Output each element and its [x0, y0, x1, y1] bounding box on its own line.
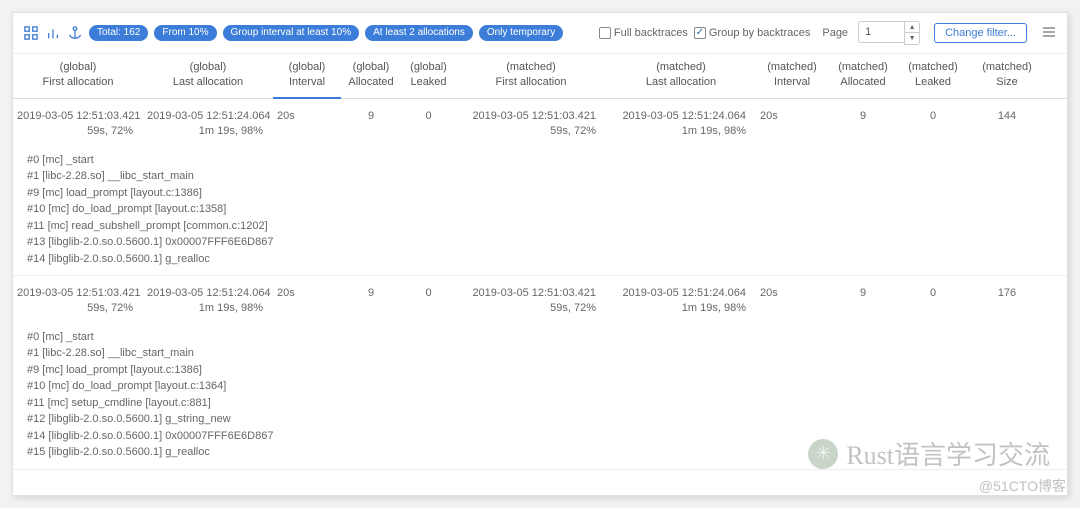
filter-badge[interactable]: Group interval at least 10%: [223, 25, 360, 41]
col-matched-first-allocation[interactable]: (matched)First allocation: [456, 54, 606, 98]
col-global-first-allocation[interactable]: (global)First allocation: [13, 54, 143, 98]
full-backtraces-checkbox[interactable]: Full backtraces: [599, 27, 688, 39]
watermark-wechat: ✳ Rust语言学习交流: [808, 435, 1050, 472]
cell-matched-last: 2019-03-05 12:51:24.0641m 19s, 98%: [606, 280, 756, 323]
group-by-backtraces-checkbox[interactable]: Group by backtraces: [694, 27, 811, 39]
col-matched-last-allocation[interactable]: (matched)Last allocation: [606, 54, 756, 98]
stack-frame: #9 [mc] load_prompt [layout.c:1386]: [27, 362, 1067, 379]
col-matched-interval[interactable]: (matched)Interval: [756, 54, 828, 98]
hamburger-icon[interactable]: [1041, 24, 1057, 43]
col-matched-allocated[interactable]: (matched)Allocated: [828, 54, 898, 98]
table-header: (global)First allocation (global)Last al…: [13, 54, 1067, 99]
col-matched-size[interactable]: (matched)Size: [968, 54, 1046, 98]
cell-global-leaked: 0: [401, 103, 456, 146]
cell-matched-first: 2019-03-05 12:51:03.42159s, 72%: [456, 280, 606, 323]
cell-global-alloc: 9: [341, 103, 401, 146]
stack-frame: #14 [libglib-2.0.so.0.5600.1] g_realloc: [27, 251, 1067, 268]
filter-badge[interactable]: Only temporary: [479, 25, 563, 41]
spinner-up-icon[interactable]: ▲: [905, 22, 919, 33]
stack-frame: #1 [libc-2.28.so] __libc_start_main: [27, 168, 1067, 185]
col-global-allocated[interactable]: (global)Allocated: [341, 54, 401, 98]
stack-frame: #11 [mc] read_subshell_prompt [common.c:…: [27, 218, 1067, 235]
cell-matched-alloc: 9: [828, 103, 898, 146]
spinner-down-icon[interactable]: ▼: [905, 33, 919, 44]
grid-icon[interactable]: [23, 25, 39, 41]
stack-frame: #10 [mc] do_load_prompt [layout.c:1364]: [27, 378, 1067, 395]
wechat-icon: ✳: [808, 439, 838, 469]
stack-frame: #0 [mc] _start: [27, 329, 1067, 346]
cell-matched-size: 144: [968, 103, 1046, 146]
cell-matched-leaked: 0: [898, 280, 968, 323]
cell-global-interval: 20s: [273, 103, 341, 146]
col-global-interval[interactable]: (global)Interval: [273, 54, 341, 99]
stack-frame: #1 [libc-2.28.so] __libc_start_main: [27, 345, 1067, 362]
stack-frame: #11 [mc] setup_cmdline [layout.c:881]: [27, 395, 1067, 412]
cell-global-leaked: 0: [401, 280, 456, 323]
col-global-leaked[interactable]: (global)Leaked: [401, 54, 456, 98]
checkbox-icon: [694, 27, 706, 39]
cell-global-last: 2019-03-05 12:51:24.0641m 19s, 98%: [143, 280, 273, 323]
cell-matched-leaked: 0: [898, 103, 968, 146]
col-matched-leaked[interactable]: (matched)Leaked: [898, 54, 968, 98]
cell-matched-interval: 20s: [756, 103, 828, 146]
cell-global-last: 2019-03-05 12:51:24.0641m 19s, 98%: [143, 103, 273, 146]
stack-frame: #12 [libglib-2.0.so.0.5600.1] g_string_n…: [27, 411, 1067, 428]
stack-frame: #10 [mc] do_load_prompt [layout.c:1358]: [27, 201, 1067, 218]
toolbar: Total: 162 From 10% Group interval at le…: [13, 13, 1067, 54]
page-field[interactable]: [858, 21, 904, 43]
change-filter-button[interactable]: Change filter...: [934, 23, 1027, 43]
watermark-51cto: @51CTO博客: [979, 476, 1066, 496]
cell-global-interval: 20s: [273, 280, 341, 323]
cell-matched-alloc: 9: [828, 280, 898, 323]
filter-badge[interactable]: At least 2 allocations: [365, 25, 473, 41]
filter-badge[interactable]: From 10%: [154, 25, 216, 41]
cell-global-first: 2019-03-05 12:51:03.42159s, 72%: [13, 280, 143, 323]
checkbox-icon: [599, 27, 611, 39]
stack-frame: #13 [libglib-2.0.so.0.5600.1] 0x00007FFF…: [27, 234, 1067, 251]
stack-frame: #9 [mc] load_prompt [layout.c:1386]: [27, 185, 1067, 202]
page-number-input[interactable]: ▲ ▼: [858, 21, 920, 45]
bar-chart-icon[interactable]: [45, 25, 61, 41]
page-spinner[interactable]: ▲ ▼: [904, 21, 920, 45]
cell-matched-first: 2019-03-05 12:51:03.42159s, 72%: [456, 103, 606, 146]
cell-matched-size: 176: [968, 280, 1046, 323]
page-label: Page: [822, 27, 848, 39]
backtrace: #0 [mc] _start #1 [libc-2.28.so] __libc_…: [13, 146, 1067, 270]
stack-frame: #0 [mc] _start: [27, 152, 1067, 169]
cell-matched-interval: 20s: [756, 280, 828, 323]
cell-matched-last: 2019-03-05 12:51:24.0641m 19s, 98%: [606, 103, 756, 146]
checkbox-label: Full backtraces: [614, 27, 688, 39]
col-global-last-allocation[interactable]: (global)Last allocation: [143, 54, 273, 98]
table-row[interactable]: 2019-03-05 12:51:03.42159s, 72% 2019-03-…: [13, 99, 1067, 276]
anchor-icon[interactable]: [67, 25, 83, 41]
cell-global-first: 2019-03-05 12:51:03.42159s, 72%: [13, 103, 143, 146]
allocations-panel: Total: 162 From 10% Group interval at le…: [12, 12, 1068, 496]
cell-global-alloc: 9: [341, 280, 401, 323]
filter-badge[interactable]: Total: 162: [89, 25, 148, 41]
checkbox-label: Group by backtraces: [709, 27, 811, 39]
